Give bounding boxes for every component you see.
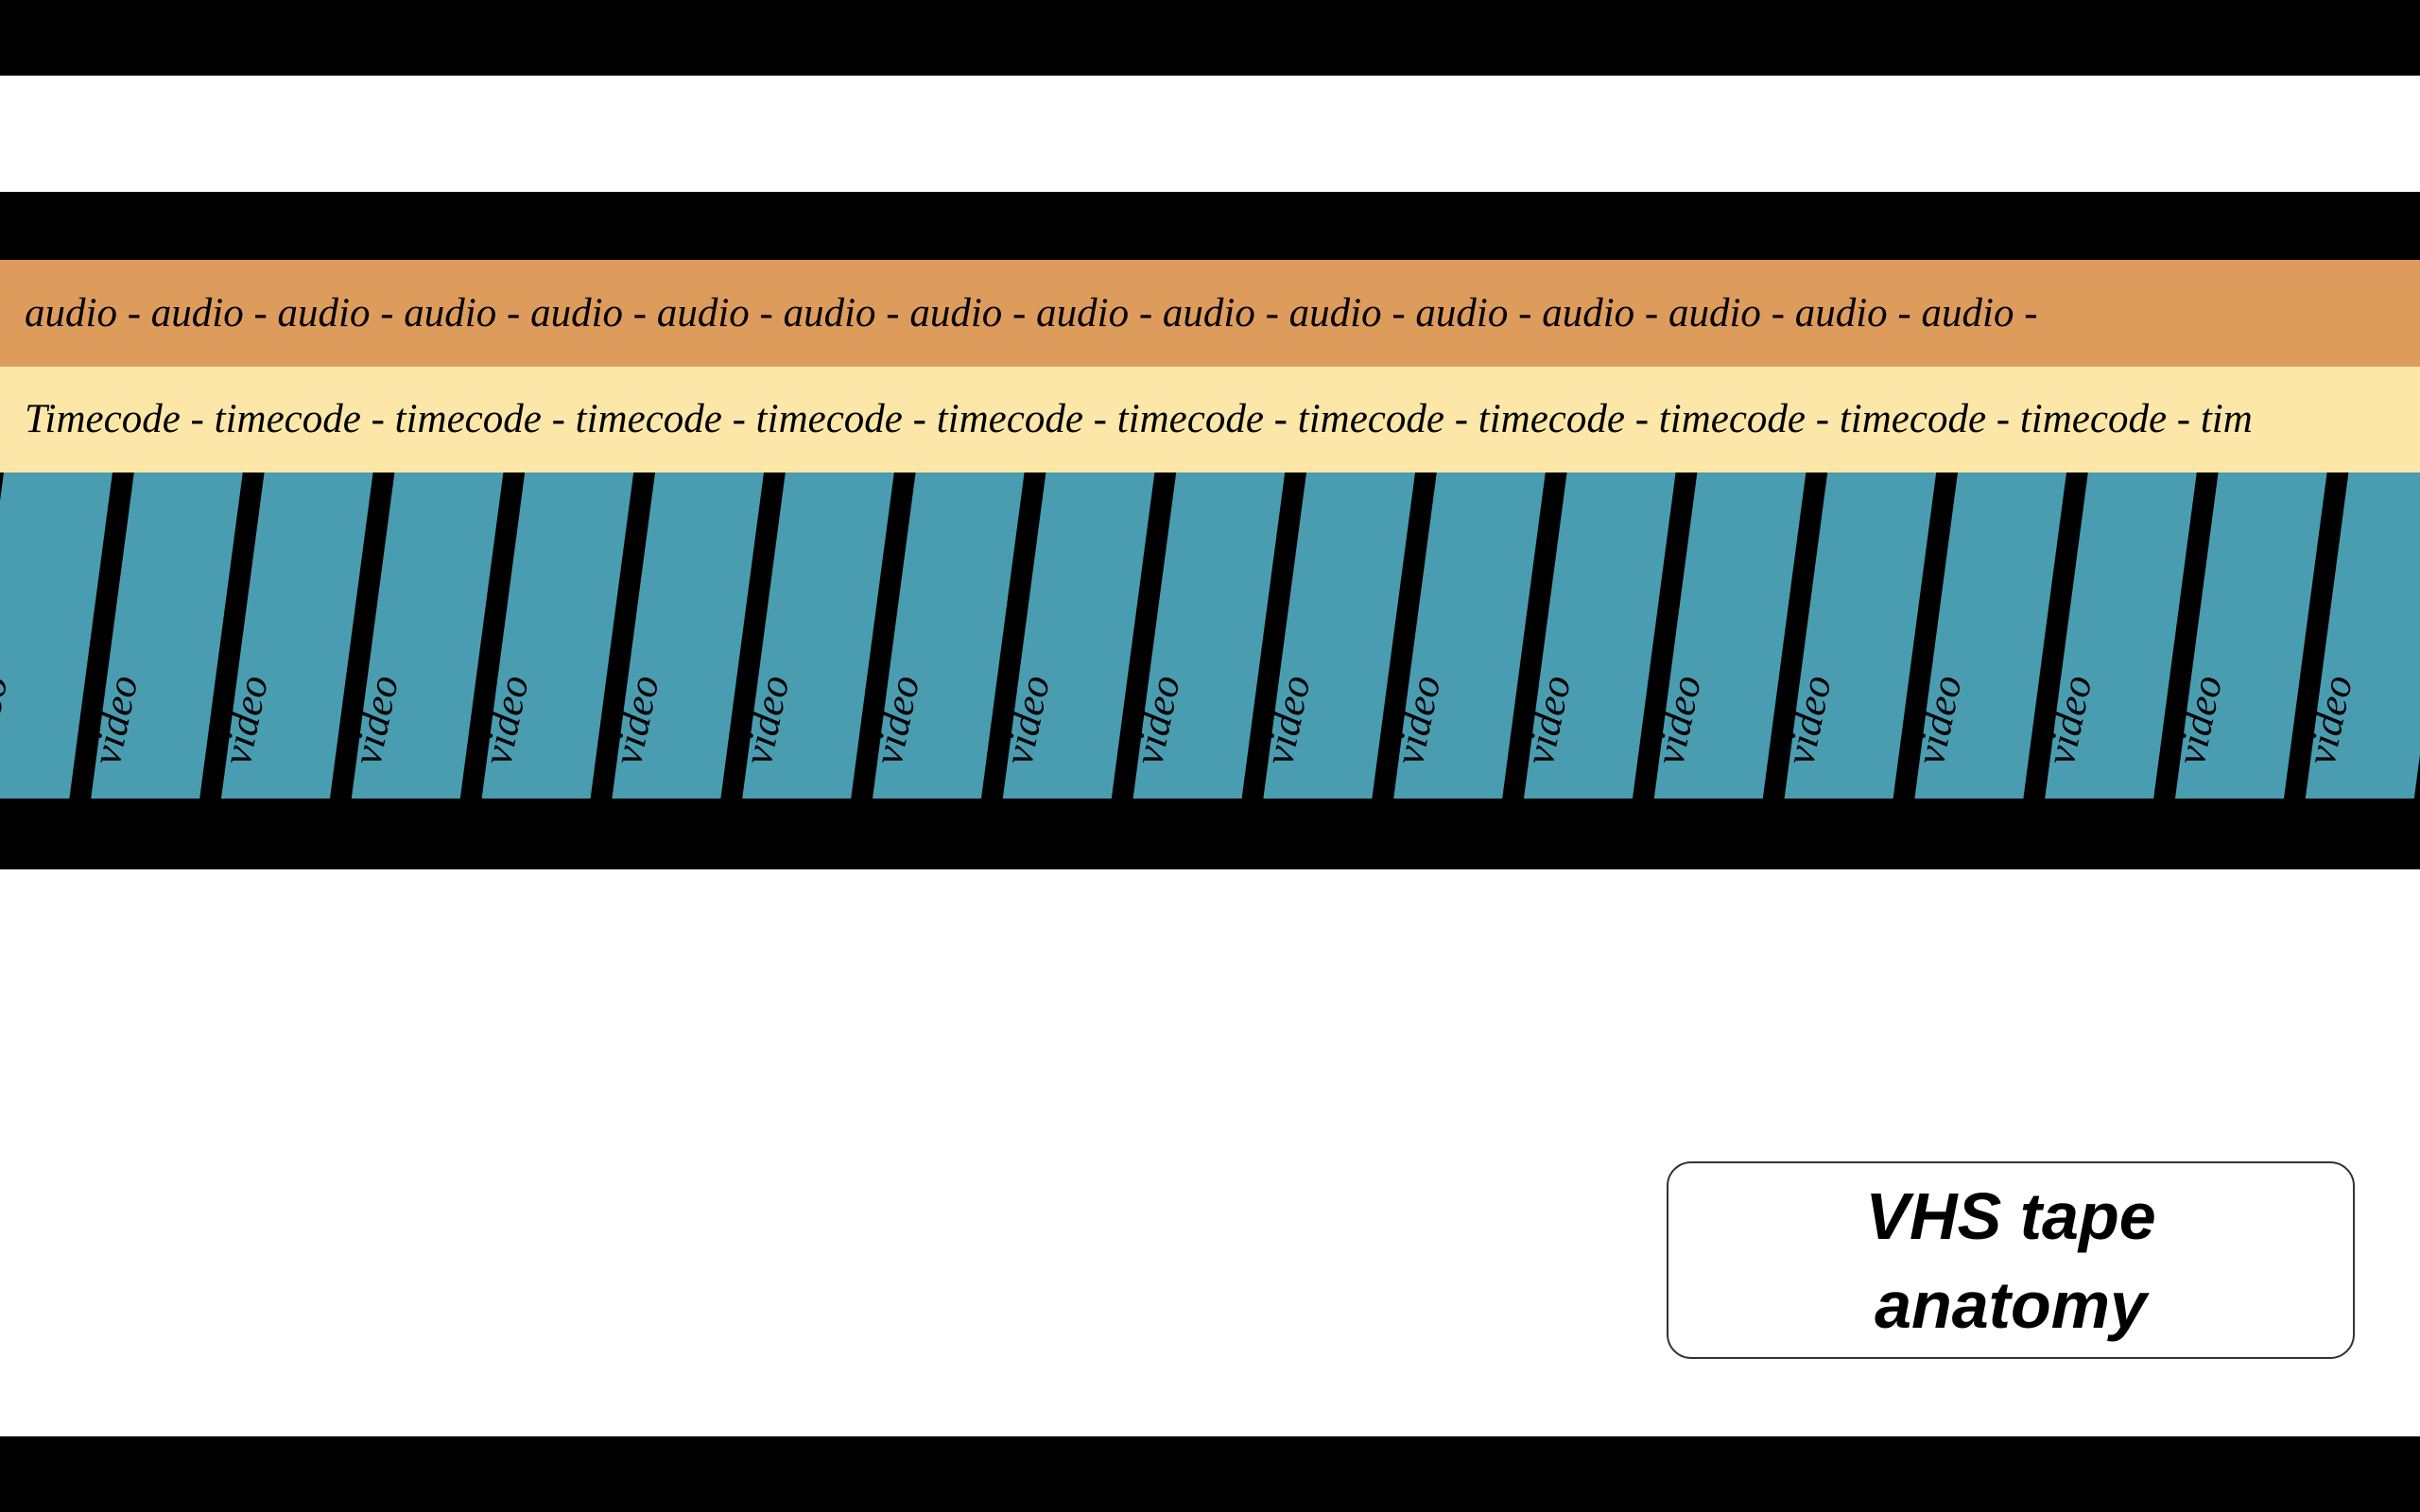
audio-track-label: audio - audio - audio - audio - audio - …	[25, 291, 2038, 335]
timecode-track: Timecode - timecode - timecode - timecod…	[0, 367, 2420, 472]
title-line-1: VHS tape	[1865, 1178, 2156, 1253]
timecode-track-label: Timecode - timecode - timecode - timecod…	[25, 397, 2253, 441]
tape-bottom-edge	[0, 799, 2420, 869]
video-stripes: video video video video video video video video…	[0, 472, 2420, 801]
vhs-tape-diagram: audio - audio - audio - audio - audio - …	[0, 0, 2420, 1512]
video-track: video video video video video video video video…	[0, 472, 2420, 801]
title-line-2: anatomy	[1875, 1267, 2147, 1342]
title-box: VHS tape anatomy	[1667, 1161, 2355, 1359]
audio-track: audio - audio - audio - audio - audio - …	[0, 260, 2420, 367]
letterbox-bottom-bar	[0, 1436, 2420, 1512]
letterbox-top-bar	[0, 0, 2420, 76]
tape-top-edge	[0, 192, 2420, 263]
